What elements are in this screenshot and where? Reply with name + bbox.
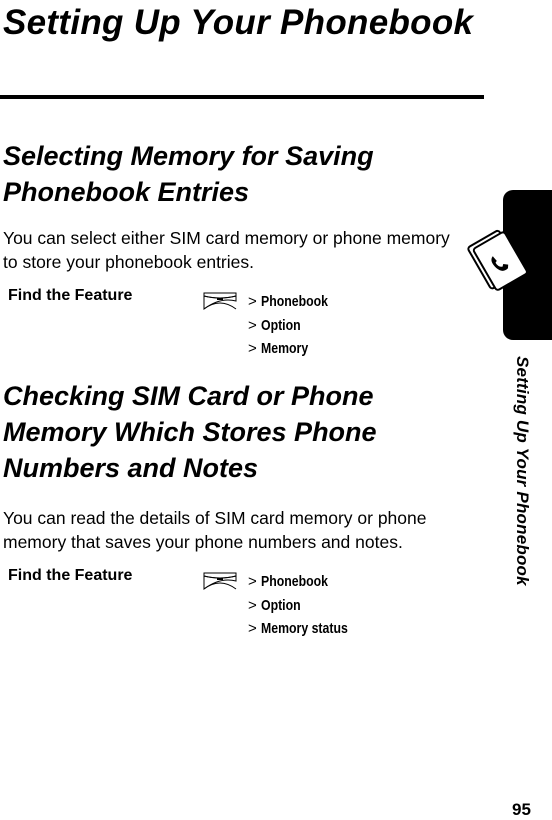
path-separator: >	[248, 620, 257, 637]
feature-path: > Phonebook > Option > Memory	[248, 290, 342, 361]
menu-key-icon	[203, 572, 237, 590]
path-item-phonebook: > Phonebook	[248, 570, 367, 594]
page-number: 95	[512, 800, 531, 819]
path-item-memory-status: > Memory status	[248, 617, 367, 641]
section-body-check-memory: You can read the details of SIM card mem…	[3, 508, 427, 552]
path-item-option: > Option	[248, 314, 342, 338]
path-label: Option	[260, 316, 301, 334]
feature-path: > Phonebook > Option > Memory status	[248, 570, 367, 641]
path-separator: >	[248, 596, 257, 614]
path-label: Memory	[260, 340, 308, 357]
path-item-memory: > Memory	[248, 337, 342, 361]
find-the-feature-label: Find the Feature	[8, 287, 133, 304]
path-item-option: > Option	[248, 594, 367, 618]
phonebook-icon	[467, 229, 528, 291]
title-rule	[0, 95, 484, 99]
path-label: Phonebook	[260, 293, 328, 310]
path-label: Memory status	[260, 620, 348, 637]
menu-key-icon	[203, 292, 237, 310]
page-title: Setting Up Your Phonebook	[3, 3, 474, 42]
section-heading-check-memory: Checking SIM Card or Phone Memory Which …	[3, 381, 377, 483]
path-separator: >	[248, 340, 257, 357]
path-item-phonebook: > Phonebook	[248, 290, 342, 314]
section-body-select-memory: You can select either SIM card memory or…	[3, 228, 450, 272]
path-separator: >	[248, 293, 257, 310]
path-separator: >	[248, 573, 257, 590]
side-tab-label: Setting Up Your Phonebook	[513, 356, 532, 586]
section-heading-select-memory: Selecting Memory for Saving Phonebook En…	[3, 141, 374, 207]
find-the-feature-label: Find the Feature	[8, 567, 133, 584]
path-label: Phonebook	[260, 573, 328, 590]
path-separator: >	[248, 316, 257, 334]
path-label: Option	[260, 596, 301, 614]
